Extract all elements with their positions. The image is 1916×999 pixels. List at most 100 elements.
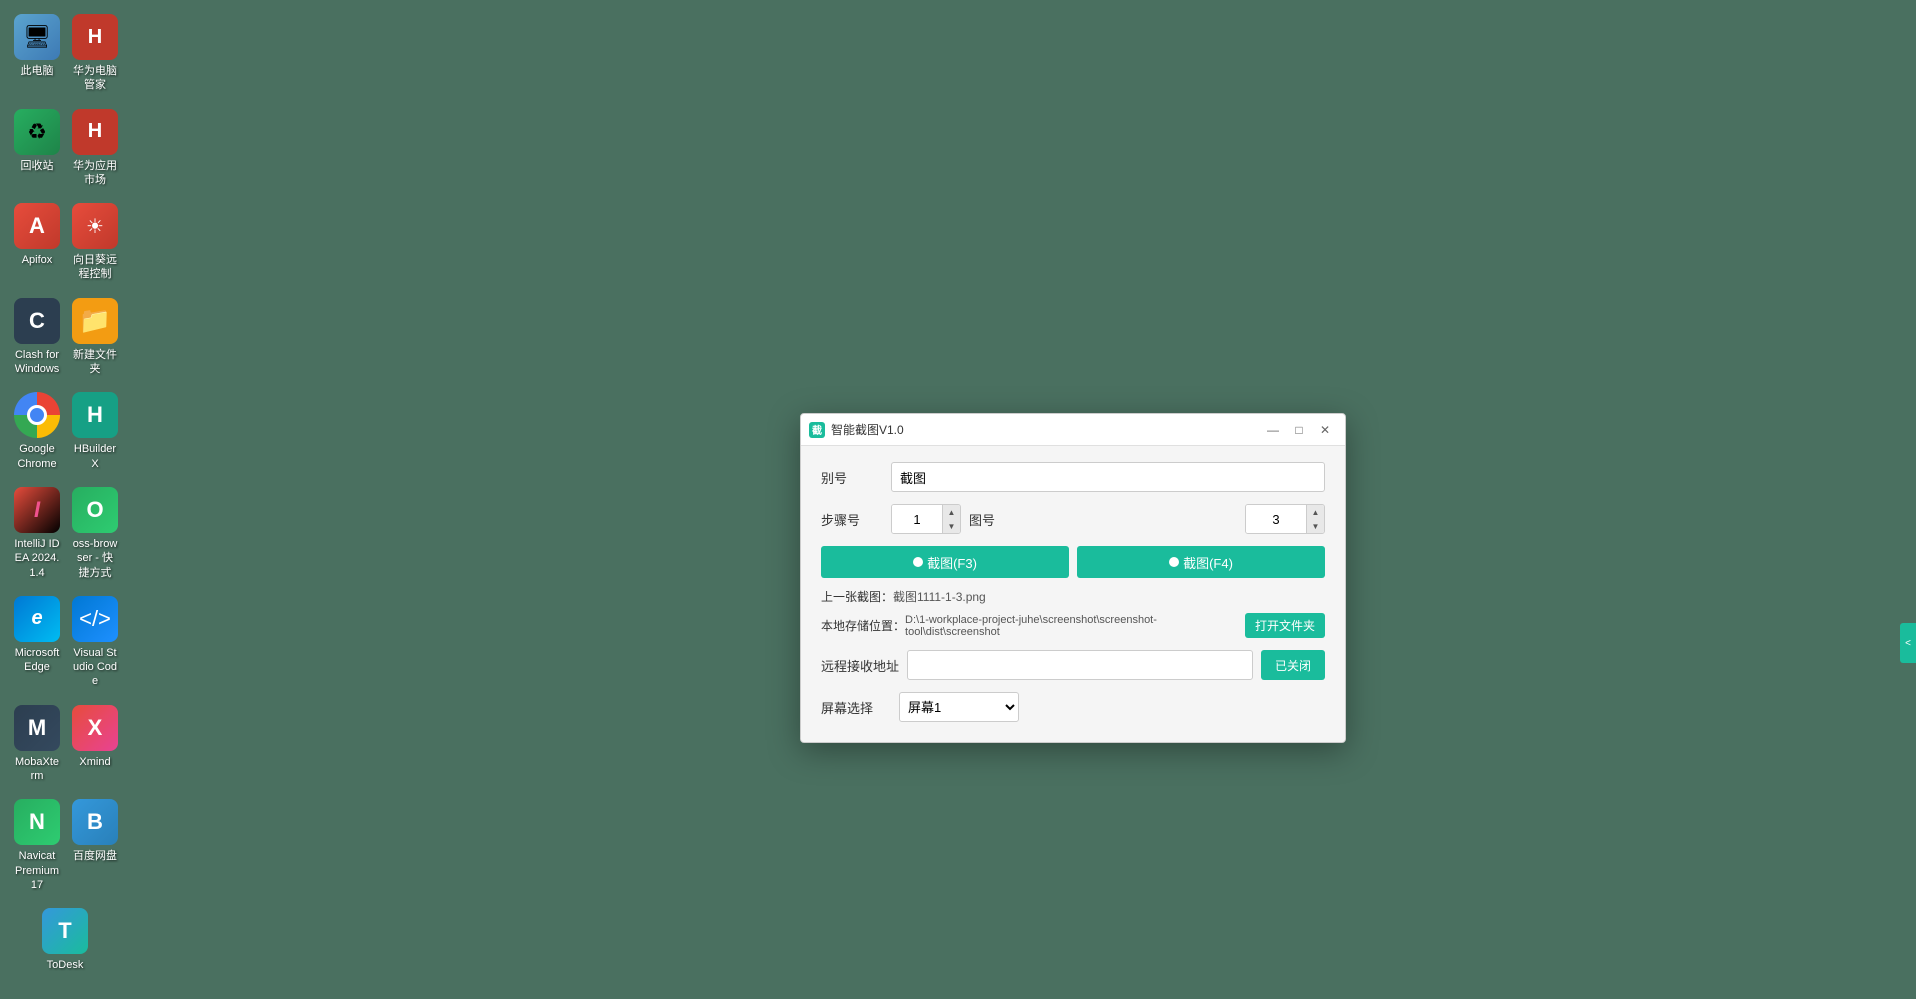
chrome-label: Google Chrome [14,442,60,471]
vscode-icon: </> [72,596,118,642]
desktop-icon-huawei-store[interactable]: H 华为应用市场 [68,105,122,192]
hbuilder-icon: H [72,392,118,438]
icon-row-4: Google Chrome H HBuilder X [5,388,125,475]
navicat-icon: N [14,799,60,845]
desktop-icon-mobaterm[interactable]: M MobaXterm [10,701,64,788]
desktop-icon-baidu[interactable]: B 百度网盘 [68,795,122,896]
oss-label: oss-browser - 快捷方式 [72,537,118,580]
clash-label: Clash for Windows [14,348,60,377]
step-input[interactable] [892,505,942,533]
huawei-mgr-icon: H [72,14,118,60]
icon-row-9: T ToDesk [5,904,125,976]
hbuilder-label: HBuilder X [72,442,118,471]
desktop-icon-oss[interactable]: O oss-browser - 快捷方式 [68,483,122,584]
icon-row-3: C Clash for Windows 📁 新建文件夹 [5,294,125,381]
mobaterm-label: MobaXterm [14,755,60,784]
desktop-icon-vscode[interactable]: </> Visual Studio Code [68,592,122,693]
desktop-icon-folder[interactable]: 📁 新建文件夹 [68,294,122,381]
open-folder-button[interactable]: 打开文件夹 [1245,613,1325,638]
huawei-store-icon: H [72,109,118,155]
screenshot-f4-icon [1169,557,1179,567]
step-spinner-buttons: ▲ ▼ [942,505,960,533]
side-arrow-button[interactable]: < [1900,623,1916,663]
oss-icon: O [72,487,118,533]
xmind-label: Xmind [79,755,110,769]
desktop-icon-hbuilder[interactable]: H HBuilder X [68,388,122,475]
baidu-label: 百度网盘 [73,849,117,863]
desktop-icon-edge[interactable]: e Microsoft Edge [10,592,64,693]
icon-row-6: e Microsoft Edge </> Visual Studio Code [5,592,125,693]
recycle-icon: ♻ [14,109,60,155]
figure-input[interactable] [1246,505,1306,533]
figure-down-button[interactable]: ▼ [1306,519,1324,533]
window-controls: — □ ✕ [1261,418,1337,442]
xmind-icon: X [72,705,118,751]
huawei-store-label: 华为应用市场 [72,159,118,188]
edge-label: Microsoft Edge [14,646,60,675]
remote-label: 远程接收地址 [821,656,899,675]
screenshot-f4-button[interactable]: 截图(F4) [1077,546,1325,578]
alias-input[interactable] [891,462,1325,492]
closed-button[interactable]: 已关闭 [1261,650,1325,680]
last-screenshot-value: 截图1111-1-3.png [893,588,1325,605]
icon-row-8: N Navicat Premium 17 B 百度网盘 [5,795,125,896]
icon-row-2: A Apifox ☀ 向日葵远程控制 [5,199,125,286]
window-title: 智能截图V1.0 [831,421,1261,438]
folder-icon: 📁 [72,298,118,344]
maximize-button[interactable]: □ [1287,418,1311,442]
screenshot-f3-button[interactable]: 截图(F3) [821,546,1069,578]
screen-label: 屏幕选择 [821,698,891,717]
figure-spinner: ▲ ▼ [1245,504,1325,534]
vscode-label: Visual Studio Code [72,646,118,689]
figure-spinner-buttons: ▲ ▼ [1306,505,1324,533]
alias-label: 别号 [821,468,891,487]
last-screenshot-row: 上一张截图： 截图1111-1-3.png [821,588,1325,605]
minimize-button[interactable]: — [1261,418,1285,442]
step-down-button[interactable]: ▼ [942,519,960,533]
desktop-icon-apifox[interactable]: A Apifox [10,199,64,286]
screenshot-buttons-row: 截图(F3) 截图(F4) [821,546,1325,578]
local-storage-label: 本地存储位置： [821,617,905,634]
folder-label: 新建文件夹 [72,348,118,377]
desktop-icon-intellij[interactable]: I IntelliJ IDEA 2024.1.4 [10,483,64,584]
alias-row: 别号 [821,462,1325,492]
desktop-icon-pc[interactable]: 🖥 此电脑 [10,10,64,97]
screen-row: 屏幕选择 屏幕1 屏幕2 [821,692,1325,722]
clash-icon: C [14,298,60,344]
desktop-icon-huawei-mgr[interactable]: H 华为电脑管家 [68,10,122,97]
baidu-icon: B [72,799,118,845]
desktop-icon-todesk[interactable]: T ToDesk [33,904,97,976]
desktop-icon-recycle[interactable]: ♻ 回收站 [10,105,64,192]
remote-input[interactable] [907,650,1253,680]
local-storage-row: 本地存储位置： D:\1-workplace-project-juhe\scre… [821,613,1325,638]
desktop-icon-clash[interactable]: C Clash for Windows [10,294,64,381]
mobaterm-icon: M [14,705,60,751]
icon-row-5: I IntelliJ IDEA 2024.1.4 O oss-browser -… [5,483,125,584]
step-label: 步骤号 [821,510,891,529]
apifox-label: Apifox [22,253,53,267]
step-figure-row: 步骤号 ▲ ▼ 图号 ▲ ▼ [821,504,1325,534]
step-spinner: ▲ ▼ [891,504,961,534]
apifox-icon: A [14,203,60,249]
intellij-icon: I [14,487,60,533]
desktop-icon-navicat[interactable]: N Navicat Premium 17 [10,795,64,896]
edge-icon: e [14,596,60,642]
remote-row: 远程接收地址 已关闭 [821,650,1325,680]
desktop-icon-chrome[interactable]: Google Chrome [10,388,64,475]
screenshot-f3-icon [913,557,923,567]
screen-select[interactable]: 屏幕1 屏幕2 [899,692,1019,722]
todesk-label: ToDesk [47,958,84,972]
recycle-label: 回收站 [21,159,54,173]
pc-label: 此电脑 [21,64,54,78]
desktop-icons: 🖥 此电脑 H 华为电脑管家 ♻ 回收站 H 华为应用市场 A Apifox ☀… [0,0,130,987]
figure-up-button[interactable]: ▲ [1306,505,1324,519]
screenshot-f4-label: 截图(F4) [1183,553,1233,572]
intellij-label: IntelliJ IDEA 2024.1.4 [14,537,60,580]
desktop-icon-remote[interactable]: ☀ 向日葵远程控制 [68,199,122,286]
icon-row-1: ♻ 回收站 H 华为应用市场 [5,105,125,192]
remote-label: 向日葵远程控制 [72,253,118,282]
window-body: 别号 步骤号 ▲ ▼ 图号 ▲ ▼ [801,446,1345,742]
close-button[interactable]: ✕ [1313,418,1337,442]
desktop-icon-xmind[interactable]: X Xmind [68,701,122,788]
step-up-button[interactable]: ▲ [942,505,960,519]
